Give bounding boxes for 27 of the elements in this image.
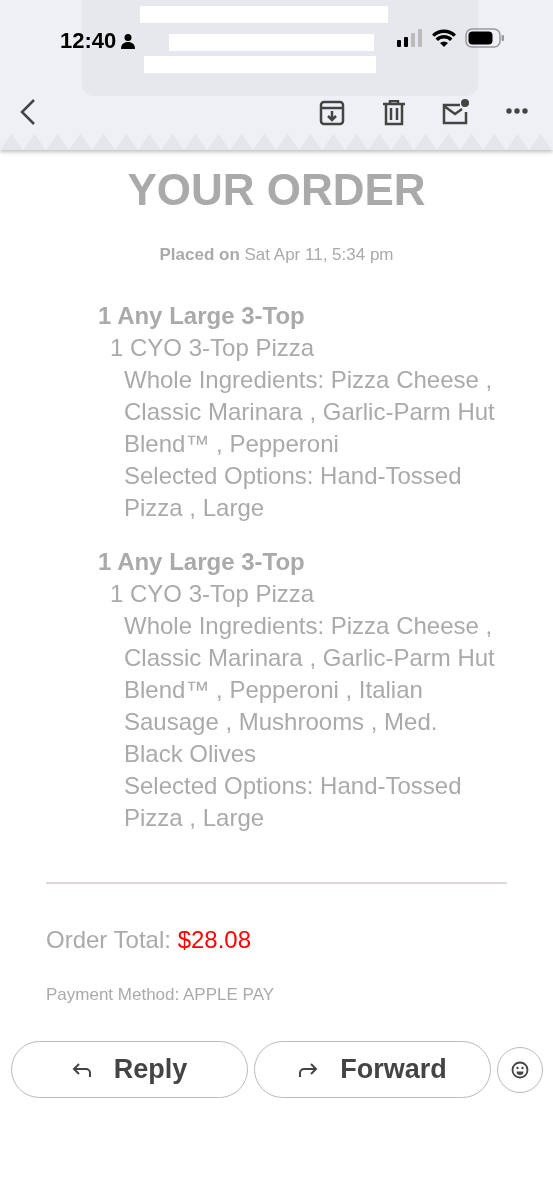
battery-icon [465,28,505,48]
archive-icon[interactable] [319,100,345,126]
email-heading: YOUR ORDER [127,168,426,212]
wifi-icon [432,29,456,47]
placed-on-text: Placed on Sat Apr 11, 5:34 pm [159,244,394,266]
reply-button[interactable]: Reply [11,1041,248,1098]
item-detail: Whole Ingredients: Pizza Cheese , Classic Marinara , Garlic-Parm Hut Blend™ , Pepperoni , Italian Sausage , Mushrooms , Med. Black Olives [123,610,496,769]
back-icon[interactable] [20,99,36,125]
total-amount: $28.08 [177,925,252,953]
payment-method: Payment Method: APPLE PAY [45,983,276,1006]
item-detail: Whole Ingredients: Pizza Cheese , Classic Marinara , Garlic-Parm Hut Blend™ , Pepperoni [123,364,496,459]
item-product: 1 CYO 3-Top Pizza [109,578,316,609]
item-detail: Selected Options: Hand-Tossed Pizza , Large [123,460,463,523]
signal-icon [397,29,423,47]
more-icon[interactable] [506,108,528,114]
status-time: 12:40 [60,27,117,55]
reply-icon [71,1061,92,1078]
item-title: 1 Any Large 3-Top [98,300,306,331]
person-icon [120,32,137,49]
trash-icon[interactable] [382,100,406,126]
item-title: 1 Any Large 3-Top [98,546,306,577]
item-product: 1 CYO 3-Top Pizza [109,332,316,363]
item-detail: Selected Options: Hand-Tossed Pizza , Large [123,770,463,833]
total-label: Order Total: [46,925,171,953]
smiley-icon [511,1060,529,1079]
mark-unread-icon[interactable] [442,99,470,125]
forward-icon [298,1061,319,1078]
